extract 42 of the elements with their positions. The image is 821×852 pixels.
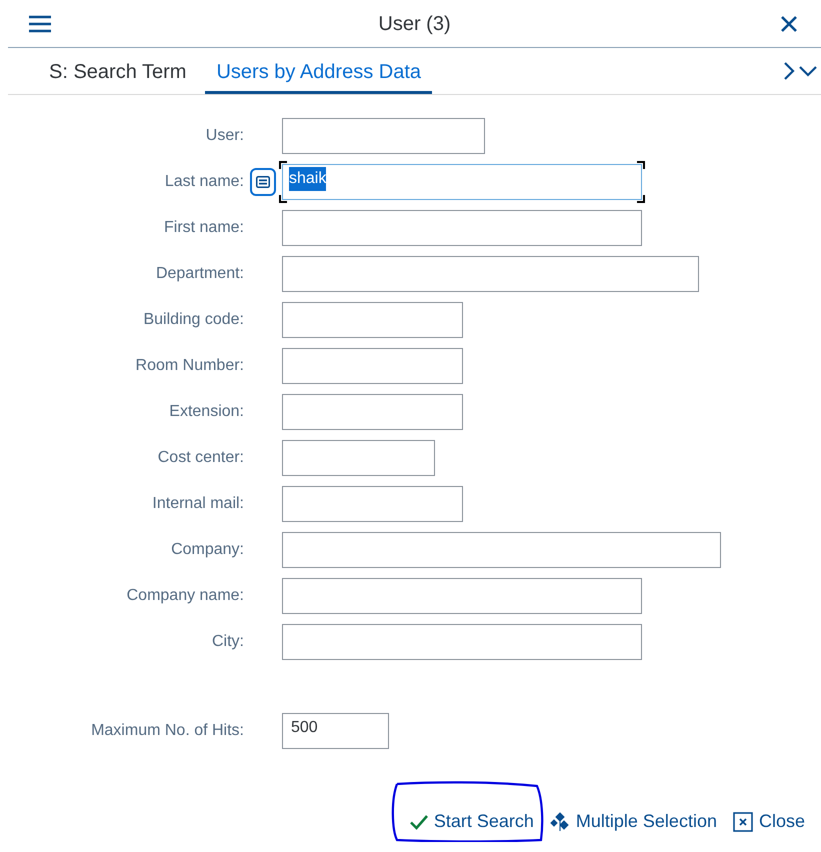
scroll-right-button[interactable] (783, 62, 795, 80)
close-box-icon (732, 812, 753, 832)
equals-icon (256, 176, 270, 188)
field-label: Internal mail: (152, 494, 244, 514)
input-field[interactable] (282, 578, 642, 614)
input-field[interactable] (282, 256, 699, 292)
input-field[interactable] (282, 394, 463, 430)
toolbar-button[interactable]: Multiple Selection (550, 808, 717, 835)
field-label: Company: (171, 540, 244, 560)
field-label: First name: (164, 218, 244, 238)
input-field[interactable]: shaik (282, 164, 642, 200)
tab[interactable]: Users by Address Data (205, 48, 432, 94)
field-label: Department: (156, 264, 244, 284)
field-label: City: (212, 632, 244, 652)
value-help-button[interactable] (250, 168, 276, 196)
field-label: Extension: (169, 402, 244, 422)
field-label: Last name: (164, 172, 244, 192)
field-label: User: (206, 126, 244, 146)
menu-icon (29, 14, 51, 32)
input-field[interactable] (282, 210, 642, 246)
input-field[interactable] (282, 302, 463, 338)
checkmark-icon (410, 814, 428, 830)
field-label: Cost center: (158, 448, 244, 468)
toolbar-button[interactable]: Close (732, 808, 805, 835)
input-field[interactable] (282, 440, 435, 476)
input-field[interactable] (282, 624, 642, 660)
tab-overflow-button[interactable] (799, 65, 817, 77)
window-title: User (3) (378, 12, 451, 36)
chevron-right-icon (783, 62, 795, 80)
close-icon (780, 16, 797, 32)
input-field[interactable] (282, 348, 463, 384)
field-label: Maximum No. of Hits: (91, 721, 244, 741)
input-field[interactable] (282, 486, 463, 522)
input-field[interactable]: 500 (282, 713, 389, 749)
field-label: Company name: (126, 586, 244, 606)
field-label: Building code: (143, 310, 244, 330)
input-field[interactable] (282, 118, 485, 154)
input-field[interactable] (282, 532, 721, 568)
tab[interactable]: S: Search Term (38, 48, 198, 94)
field-label: Room Number: (136, 356, 244, 376)
chevron-down-icon (799, 65, 817, 77)
diamond-cluster-icon (550, 812, 570, 832)
